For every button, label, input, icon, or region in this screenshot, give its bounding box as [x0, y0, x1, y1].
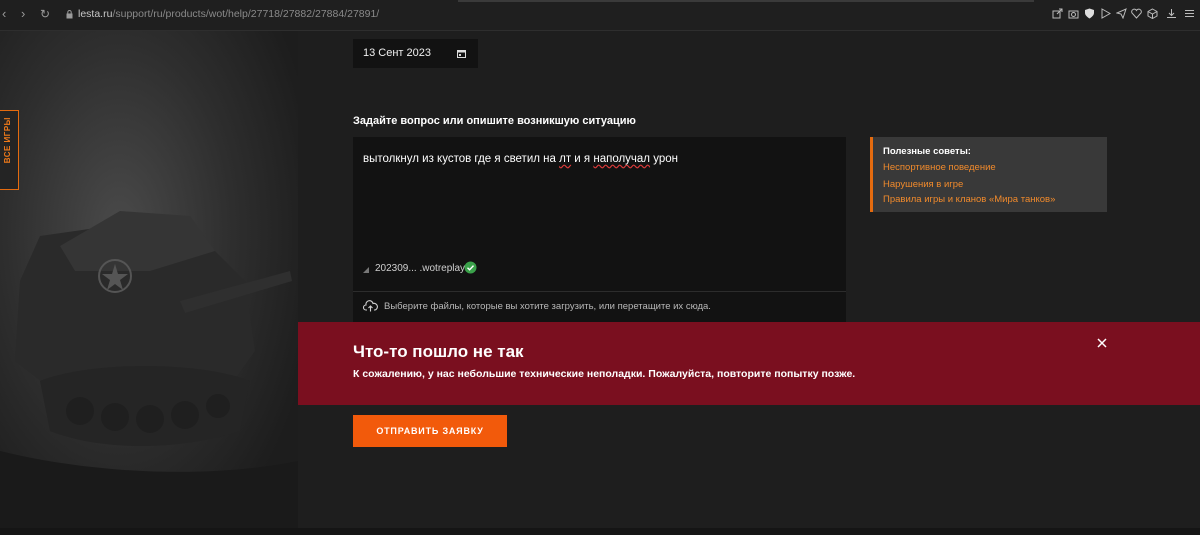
share-icon[interactable] [1052, 8, 1063, 19]
hero-background: ВСЕ ИГРЫ [0, 31, 298, 535]
misspelled-word: лт [559, 153, 572, 165]
attachment-name: 202309... .wotreplay [375, 263, 466, 274]
date-value: 13 Сент 2023 [363, 47, 431, 59]
send-icon[interactable] [1116, 8, 1127, 19]
misspelled-word: наполучал [593, 153, 651, 165]
tips-title: Полезные советы: [883, 146, 971, 157]
tips-panel: Полезные советы: Неспортивное поведение … [870, 137, 1107, 212]
all-games-label: ВСЕ ИГРЫ [3, 117, 12, 164]
url-text: lesta.ru/support/ru/products/wot/help/27… [78, 8, 379, 20]
error-title: Что-то пошло не так [353, 342, 524, 361]
download-icon[interactable] [1166, 8, 1177, 19]
forward-icon[interactable]: › [21, 6, 25, 21]
tip-link[interactable]: Неспортивное поведение [883, 162, 996, 173]
menu-icon[interactable] [1184, 8, 1195, 19]
tab-strip [458, 0, 1034, 2]
submit-button[interactable]: ОТПРАВИТЬ ЗАЯВКУ [353, 415, 507, 447]
lock-icon [66, 10, 73, 19]
browser-toolbar: ‹ › ↻ lesta.ru/support/ru/products/wot/h… [0, 0, 1200, 31]
text-part: и я [571, 153, 594, 165]
error-banner: Что-то пошло не так К сожалению, у нас н… [298, 322, 1200, 405]
reload-icon[interactable]: ↻ [40, 7, 50, 21]
url-host: lesta.ru [78, 8, 113, 20]
url-path: /support/ru/products/wot/help/27718/2788… [112, 8, 380, 20]
error-message: К сожалению, у нас небольшие технические… [353, 368, 856, 380]
heart-icon[interactable] [1131, 8, 1142, 19]
tank-illustration [0, 211, 298, 535]
question-label: Задайте вопрос или опишите возникшую сит… [353, 115, 636, 127]
close-icon[interactable] [1096, 337, 1108, 349]
shield-icon[interactable] [1084, 8, 1095, 19]
tip-link[interactable]: Нарушения в игре [883, 179, 963, 190]
all-games-tab[interactable]: ВСЕ ИГРЫ [0, 110, 19, 190]
file-upload-zone[interactable]: Выберите файлы, которые вы хотите загруз… [353, 291, 846, 322]
description-text: вытолкнул из кустов где я светил на лт и… [363, 153, 678, 165]
calendar-icon[interactable] [457, 49, 466, 58]
address-bar[interactable]: lesta.ru/support/ru/products/wot/help/27… [62, 2, 454, 28]
camera-icon[interactable] [1068, 8, 1079, 19]
upload-hint: Выберите файлы, которые вы хотите загруз… [384, 301, 711, 312]
check-icon [464, 261, 477, 274]
page-bottom-strip [0, 528, 1200, 535]
attachment-corner-icon [363, 267, 369, 273]
support-form: 13 Сент 2023 Задайте вопрос или опишите … [298, 31, 1200, 528]
text-part: вытолкнул из кустов где я светил на [363, 153, 560, 165]
cube-icon[interactable] [1147, 8, 1158, 19]
text-part: урон [650, 153, 678, 165]
tip-link[interactable]: Правила игры и кланов «Мира танков» [883, 194, 1055, 205]
play-icon[interactable] [1100, 8, 1111, 19]
cloud-upload-icon [363, 300, 378, 312]
date-picker[interactable]: 13 Сент 2023 [353, 39, 478, 68]
back-icon[interactable]: ‹ [2, 6, 6, 21]
